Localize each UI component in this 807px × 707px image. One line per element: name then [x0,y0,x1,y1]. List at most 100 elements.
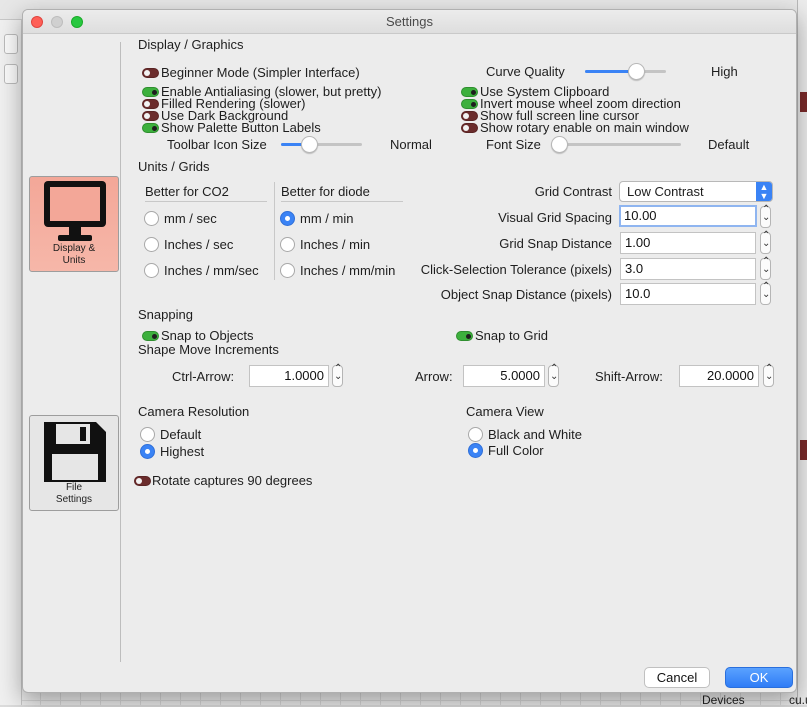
minimize-window-button[interactable] [51,16,63,28]
ctrl-arrow-input[interactable]: 1.0000 [249,365,329,387]
sidebar-label-line: File [65,482,83,493]
snap-to-grid-toggle[interactable] [456,331,473,341]
sidebar-item-display-units[interactable]: Display & Units [29,176,119,272]
co2-header: Better for CO2 [145,184,229,199]
grid-contrast-value: Low Contrast [627,184,704,199]
camera-view-bw-radio[interactable] [468,427,483,442]
snapping-heading: Snapping [138,307,193,322]
diode-mm-min-label: mm / min [300,211,354,226]
camera-view-color-radio[interactable] [468,443,483,458]
visual-grid-spacing-input[interactable]: 10.00 [619,205,757,227]
grid-contrast-select[interactable]: Low Contrast ▲ ▼ [619,181,773,202]
sidebar-item-label: File Settings [30,482,118,506]
ctrl-arrow-stepper[interactable] [332,363,343,387]
toolbar-icon-size-label: Toolbar Icon Size [167,137,267,152]
camera-resolution-highest-radio[interactable] [140,444,155,459]
curve-quality-label: Curve Quality [486,64,565,79]
snap-to-objects-label: Snap to Objects [161,328,254,343]
rotary-enable-toggle[interactable] [461,123,478,133]
diode-inches-mm-min-radio[interactable] [280,263,295,278]
toolbar-icon-size-slider[interactable] [281,136,362,153]
chevron-updown-icon: ▲ ▼ [756,182,772,201]
palette-labels-label: Show Palette Button Labels [161,120,321,135]
camera-view-heading: Camera View [466,404,544,419]
full-screen-cursor-toggle[interactable] [461,111,478,121]
camera-view-color-label: Full Color [488,443,544,458]
background-left-panel [0,20,22,705]
camera-resolution-heading: Camera Resolution [138,404,250,419]
sidebar-item-file-settings[interactable]: File Settings [29,415,119,511]
click-selection-tolerance-stepper[interactable] [760,256,771,280]
curve-quality-slider[interactable] [585,63,666,80]
object-snap-distance-stepper[interactable] [760,281,771,305]
invert-zoom-toggle[interactable] [461,99,478,109]
grid-snap-distance-label: Grid Snap Distance [499,236,612,251]
slider-thumb[interactable] [301,136,318,153]
co2-header-divider [145,201,267,202]
ok-button[interactable]: OK [725,667,793,688]
palette-labels-toggle[interactable] [142,123,159,133]
toolbar-icon-size-value: Normal [390,137,432,152]
click-selection-tolerance-input[interactable]: 3.0 [620,258,756,280]
object-snap-distance-label: Object Snap Distance (pixels) [440,287,612,302]
close-window-button[interactable] [31,16,43,28]
arrow-input[interactable]: 5.0000 [463,365,545,387]
background-bottom-labels: Devices cu.u [680,693,807,707]
title-bar: Settings [23,10,796,34]
visual-grid-spacing-label: Visual Grid Spacing [498,210,612,225]
camera-resolution-default-label: Default [160,427,202,442]
snap-to-grid-label: Snap to Grid [475,328,548,343]
display-graphics-heading: Display / Graphics [138,37,244,52]
filled-rendering-toggle[interactable] [142,99,159,109]
co2-mm-sec-label: mm / sec [164,211,217,226]
shift-arrow-input[interactable]: 20.0000 [679,365,759,387]
sidebar-label-line: Settings [55,494,93,505]
monitor-icon [44,181,106,241]
diode-header-divider [281,201,403,202]
system-clipboard-toggle[interactable] [461,87,478,97]
shape-move-increments-heading: Shape Move Increments [138,342,279,357]
sidebar-label-line: Display & [52,243,96,254]
camera-resolution-highest-label: Highest [160,444,205,459]
sidebar-item-label: Display & Units [30,243,118,267]
shift-arrow-stepper[interactable] [763,363,774,387]
background-box [4,34,18,54]
diode-inches-min-radio[interactable] [280,237,295,252]
grid-snap-distance-input[interactable]: 1.00 [620,232,756,254]
click-selection-tolerance-label: Click-Selection Tolerance (pixels) [420,262,612,277]
arrow-label: Arrow: [415,369,453,384]
visual-grid-spacing-stepper[interactable] [760,204,771,228]
settings-dialog: Settings Display & Units File Settings D… [22,9,797,693]
diode-mm-min-radio[interactable] [280,211,295,226]
font-size-slider[interactable] [551,136,681,153]
beginner-mode-label: Beginner Mode (Simpler Interface) [161,65,360,80]
antialiasing-toggle[interactable] [142,87,159,97]
font-size-label: Font Size [486,137,541,152]
diode-header: Better for diode [281,184,370,199]
grid-snap-distance-stepper[interactable] [760,230,771,254]
background-right-panel [797,0,807,705]
object-snap-distance-input[interactable]: 10.0 [620,283,756,305]
camera-view-bw-label: Black and White [488,427,582,442]
arrow-stepper[interactable] [548,363,559,387]
co2-mm-sec-radio[interactable] [144,211,159,226]
slider-thumb[interactable] [551,136,568,153]
dark-background-toggle[interactable] [142,111,159,121]
cancel-button[interactable]: Cancel [644,667,710,688]
snap-to-objects-toggle[interactable] [142,331,159,341]
rotary-enable-label: Show rotary enable on main window [480,120,689,135]
ctrl-arrow-label: Ctrl-Arrow: [172,369,235,384]
rotate-captures-toggle[interactable] [134,476,151,486]
sidebar-label-line: Units [62,255,86,266]
slider-thumb[interactable] [628,63,645,80]
background-box [4,64,18,84]
background-strip [800,92,807,112]
camera-resolution-default-radio[interactable] [140,427,155,442]
shift-arrow-label: Shift-Arrow: [595,369,663,384]
co2-inches-mm-sec-radio[interactable] [144,263,159,278]
zoom-window-button[interactable] [71,16,83,28]
beginner-mode-toggle[interactable] [142,68,159,78]
units-grids-heading: Units / Grids [138,159,210,174]
grid-contrast-label: Grid Contrast [534,184,612,199]
co2-inches-sec-radio[interactable] [144,237,159,252]
